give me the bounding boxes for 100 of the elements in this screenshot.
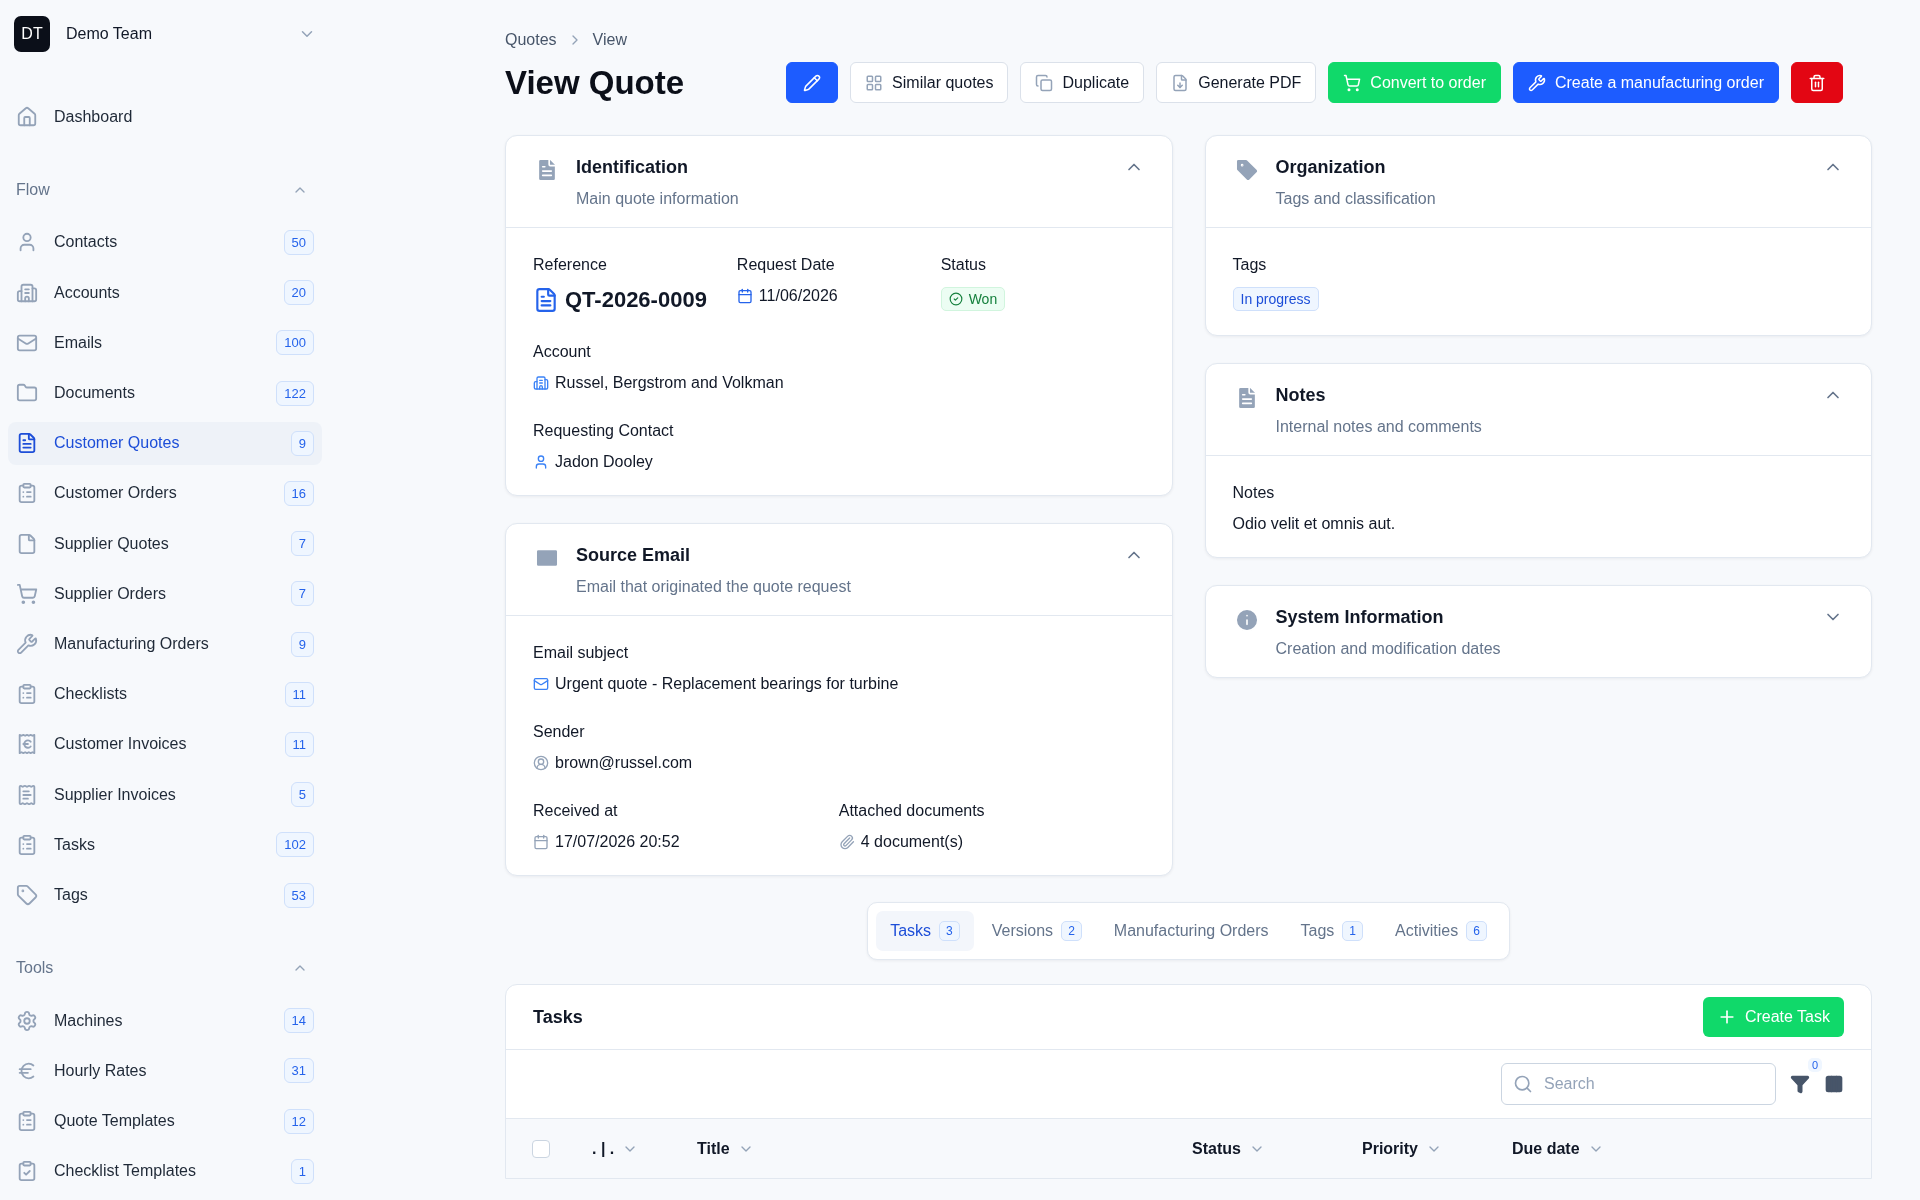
count-badge: 7 (290, 531, 314, 557)
section-header[interactable]: Flow (8, 175, 322, 205)
count-badge: 31 (283, 1058, 314, 1084)
column-header[interactable]: Due date (1512, 1139, 1871, 1158)
field-value: Russel, Bergstrom and Volkman (555, 374, 784, 392)
nav-item[interactable]: Supplier Invoices 5 (8, 773, 322, 817)
nav-item[interactable]: Accounts 20 (8, 271, 322, 315)
action-button[interactable]: Create a manufacturing order (1512, 62, 1779, 103)
nav-item[interactable]: Quote Templates 12 (8, 1099, 322, 1143)
settings-icon (16, 1009, 38, 1032)
nav-item[interactable]: Customer Orders 16 (8, 471, 322, 516)
column-header[interactable]: Priority (1362, 1139, 1512, 1158)
building-icon (16, 281, 38, 304)
field-label: Sender (533, 723, 586, 741)
column-header[interactable]: Title (697, 1139, 1192, 1158)
search-icon (1513, 1074, 1533, 1094)
action-button[interactable]: Duplicate (1020, 62, 1145, 103)
delete-button[interactable] (1790, 62, 1843, 103)
nav-item[interactable]: Checklist Templates 1 (8, 1149, 322, 1193)
nav-item[interactable]: Manufacturing Orders 9 (8, 622, 322, 666)
tab[interactable]: Tags 1 (1286, 911, 1378, 951)
tab[interactable]: Versions 2 (977, 911, 1096, 951)
edit-button[interactable] (786, 62, 839, 103)
document-icon (16, 432, 38, 455)
card-title: Notes (1275, 385, 1327, 406)
card-title: Source Email (576, 545, 692, 566)
count-badge: 1 (1342, 921, 1364, 941)
breadcrumb-link[interactable]: View (592, 31, 627, 49)
column-header[interactable]: . | . (592, 1139, 697, 1158)
euro-receipt-icon (16, 733, 38, 756)
calendar-icon (736, 288, 753, 304)
clipboard-icon (16, 1110, 38, 1133)
field-value: brown@russel.com (555, 754, 693, 772)
panel-title: Tasks (533, 1006, 583, 1028)
nav-item[interactable]: Emails 100 (8, 321, 322, 365)
field-label: Account (533, 343, 592, 361)
tag-icon (16, 884, 38, 907)
card-subtitle: Email that originated the quote request (576, 578, 852, 596)
card-title: Organization (1275, 157, 1387, 178)
action-button[interactable]: Similar quotes (850, 62, 1009, 103)
card-subtitle: Main quote information (576, 190, 740, 208)
document-icon (533, 287, 559, 313)
tab[interactable]: Tasks 3 (876, 911, 974, 951)
field-value: 11/06/2026 (758, 287, 838, 305)
field-label: Received at (533, 802, 619, 820)
nav-item[interactable]: Tasks 102 (8, 823, 322, 867)
nav-item[interactable]: Supplier Quotes 7 (8, 522, 322, 566)
status-badge: Won (940, 287, 1006, 311)
house-icon (16, 105, 38, 128)
field-value: Odio velit et omnis aut. (1232, 515, 1396, 533)
count-badge: 16 (283, 480, 314, 506)
count-badge: 2 (1061, 921, 1082, 941)
nav-item[interactable]: Machines 14 (8, 999, 322, 1043)
breadcrumb-link[interactable]: Quotes (505, 31, 557, 49)
section-header[interactable]: Tools (8, 953, 322, 984)
count-badge: 0 (1807, 1058, 1822, 1072)
field-label: Status (940, 256, 987, 274)
clipboard-icon (16, 833, 38, 856)
columns-button[interactable] (1824, 1074, 1844, 1094)
field-label: Reference (533, 256, 608, 274)
calendar-icon (533, 834, 549, 850)
nav-item[interactable]: Hourly Rates 31 (8, 1049, 322, 1093)
nav-item[interactable]: Customer Quotes 9 (8, 421, 322, 465)
count-badge: 5 (290, 782, 314, 808)
cart-icon (16, 582, 38, 605)
count-badge: 3 (939, 921, 960, 941)
nav-item[interactable]: Documents 122 (8, 371, 322, 415)
team-avatar: DT (14, 16, 50, 52)
count-badge: 20 (283, 280, 314, 306)
clipboard-icon (16, 482, 38, 505)
column-header[interactable]: Status (1192, 1139, 1362, 1158)
field-label: Email subject (533, 644, 630, 662)
field-value: QT-2026-0009 (565, 287, 707, 313)
clipboard-check-icon (16, 1160, 38, 1183)
copy-icon (1035, 73, 1054, 92)
field-label: Requesting Contact (533, 422, 675, 440)
filter-button[interactable] (1790, 1074, 1810, 1094)
tab[interactable]: Activities 6 (1381, 911, 1501, 951)
tag-badge: In progress (1232, 287, 1319, 311)
checkbox[interactable] (532, 1139, 550, 1158)
count-badge: 6 (1466, 921, 1487, 941)
search-field[interactable]: Search (1501, 1063, 1776, 1105)
nav-item[interactable]: Checklists 11 (8, 672, 322, 716)
nav-item[interactable]: Supplier Orders 7 (8, 572, 322, 616)
team-name: Demo Team (66, 25, 153, 43)
cart-icon (1343, 73, 1362, 92)
user-icon (533, 755, 549, 771)
receipt-icon (16, 783, 38, 806)
nav-item[interactable]: Customer Invoices 11 (8, 722, 322, 767)
nav-item[interactable]: Contacts 50 (8, 220, 322, 265)
paperclip-icon (838, 834, 855, 850)
nav-item[interactable]: Dashboard (8, 95, 322, 139)
wrench-icon (1527, 73, 1546, 92)
count-badge: 11 (284, 732, 314, 757)
tab[interactable]: Manufacturing Orders (1099, 911, 1283, 951)
count-badge: 11 (284, 681, 314, 707)
action-button[interactable]: Generate PDF (1156, 62, 1317, 103)
nav-item[interactable]: Tags 53 (8, 873, 322, 917)
card-title: System Information (1275, 607, 1445, 628)
card-subtitle: Creation and modification dates (1275, 640, 1502, 658)
